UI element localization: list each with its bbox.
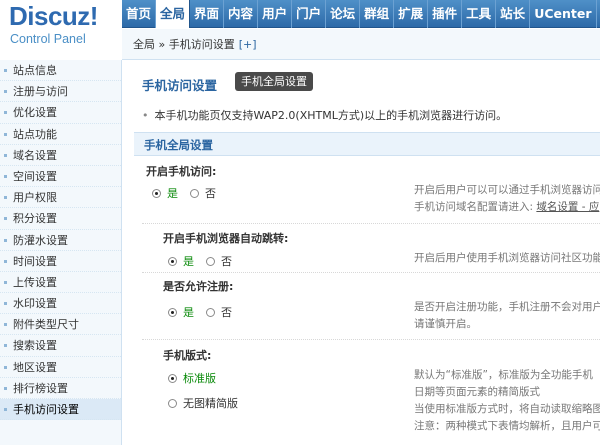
sidebar-item-optimize[interactable]: 优化设置 bbox=[0, 102, 121, 124]
main-content: 手机访问设置 手机全局设置 • 本手机功能页仅支持WAP2.0(XHTML方式)以… bbox=[122, 61, 600, 445]
logo[interactable]: Discuz! Control Panel bbox=[0, 0, 122, 60]
sidebar-item-search[interactable]: 搜索设置 bbox=[0, 335, 121, 357]
logo-title: Discuz! bbox=[9, 1, 98, 31]
nav-users[interactable]: 用户 bbox=[258, 0, 293, 28]
nav-interface[interactable]: 界面 bbox=[190, 0, 225, 28]
breadcrumb: 全局 » 手机访问设置 [+] bbox=[122, 29, 600, 60]
enable-mobile-no-radio[interactable]: 否 bbox=[190, 185, 216, 201]
allow-register-yes-radio[interactable]: 是 bbox=[168, 304, 194, 320]
nav-forum[interactable]: 论坛 bbox=[326, 0, 361, 28]
sidebar-item-register-access[interactable]: 注册与访问 bbox=[0, 81, 121, 103]
nav-home[interactable]: 首页 bbox=[122, 0, 157, 28]
enable-mobile-yes-radio[interactable]: 是 bbox=[152, 185, 178, 201]
sidebar-item-upload[interactable]: 上传设置 bbox=[0, 272, 121, 294]
logo-subtitle: Control Panel bbox=[10, 32, 86, 46]
tab-mobile-global[interactable]: 手机全局设置 bbox=[235, 72, 313, 91]
sidebar-item-ranking[interactable]: 排行榜设置 bbox=[0, 378, 121, 399]
sidebar-item-domain[interactable]: 域名设置 bbox=[0, 145, 121, 166]
sidebar-item-site-features[interactable]: 站点功能 bbox=[0, 124, 121, 145]
section-header: 手机全局设置 bbox=[134, 132, 600, 156]
enable-mobile-desc: 开启后用户可以可以通过手机浏览器访问 手机访问域名配置请进入: 域名设置 - 应 bbox=[414, 184, 600, 213]
allow-register-desc: 是否开启注册功能，手机注册不会对用户 请谨慎开启。 bbox=[414, 301, 600, 330]
version-standard-radio[interactable]: 标准版 bbox=[168, 370, 216, 386]
nav-portal[interactable]: 门户 bbox=[292, 0, 327, 28]
auto-jump-no-radio[interactable]: 否 bbox=[206, 253, 232, 269]
tip-text: • 本手机功能页仅支持WAP2.0(XHTML方式)以上的手机浏览器进行访问。 bbox=[142, 109, 508, 122]
mobile-version-desc: 默认为“标准版”，标准版为全功能手机 日期等页面元素的精简版式 当使用标准版方式… bbox=[414, 369, 600, 432]
top-nav: 首页 全局 界面 内容 用户 门户 论坛 群组 扩展 插件 工具 站长 UCen… bbox=[122, 0, 600, 28]
sidebar: 站点信息 注册与访问 优化设置 站点功能 域名设置 空间设置 用户权限 积分设置… bbox=[0, 60, 122, 445]
nav-content[interactable]: 内容 bbox=[224, 0, 259, 28]
nav-ucenter[interactable]: UCenter bbox=[530, 0, 597, 28]
sidebar-item-site-info[interactable]: 站点信息 bbox=[0, 60, 121, 82]
auto-jump-desc: 开启后用户使用手机浏览器访问社区功能 bbox=[414, 252, 600, 264]
mobile-version-label: 手机版式: bbox=[163, 349, 212, 362]
allow-register-no-radio[interactable]: 否 bbox=[206, 304, 232, 320]
breadcrumb-text: 全局 » 手机访问设置 bbox=[133, 38, 235, 51]
nav-global[interactable]: 全局 bbox=[156, 0, 191, 28]
nav-admin[interactable]: 站长 bbox=[496, 0, 531, 28]
page-title: 手机访问设置 bbox=[142, 78, 218, 93]
nav-plugins[interactable]: 插件 bbox=[428, 0, 463, 28]
sidebar-item-watermark[interactable]: 水印设置 bbox=[0, 293, 121, 315]
enable-mobile-label: 开启手机访问: bbox=[146, 165, 217, 178]
version-lite-radio[interactable]: 无图精简版 bbox=[168, 395, 238, 411]
allow-register-label: 是否允许注册: bbox=[163, 280, 234, 293]
domain-settings-link[interactable]: 域名设置 - 应 bbox=[536, 201, 599, 213]
sidebar-item-attachment-types[interactable]: 附件类型尺寸 bbox=[0, 314, 121, 336]
auto-jump-yes-radio[interactable]: 是 bbox=[168, 253, 194, 269]
sidebar-item-time[interactable]: 时间设置 bbox=[0, 251, 121, 272]
sidebar-item-permissions[interactable]: 用户权限 bbox=[0, 187, 121, 209]
add-shortcut-button[interactable]: [+] bbox=[239, 38, 257, 51]
nav-group[interactable]: 群组 bbox=[360, 0, 395, 28]
sidebar-item-credits[interactable]: 积分设置 bbox=[0, 208, 121, 230]
nav-extend[interactable]: 扩展 bbox=[394, 0, 429, 28]
sidebar-item-region[interactable]: 地区设置 bbox=[0, 357, 121, 378]
nav-tools[interactable]: 工具 bbox=[462, 0, 497, 28]
auto-jump-label: 开启手机浏览器自动跳转: bbox=[163, 232, 289, 245]
sidebar-item-antispam[interactable]: 防灌水设置 bbox=[0, 230, 121, 251]
sidebar-item-mobile[interactable]: 手机访问设置 bbox=[0, 399, 121, 421]
sidebar-item-space[interactable]: 空间设置 bbox=[0, 166, 121, 188]
